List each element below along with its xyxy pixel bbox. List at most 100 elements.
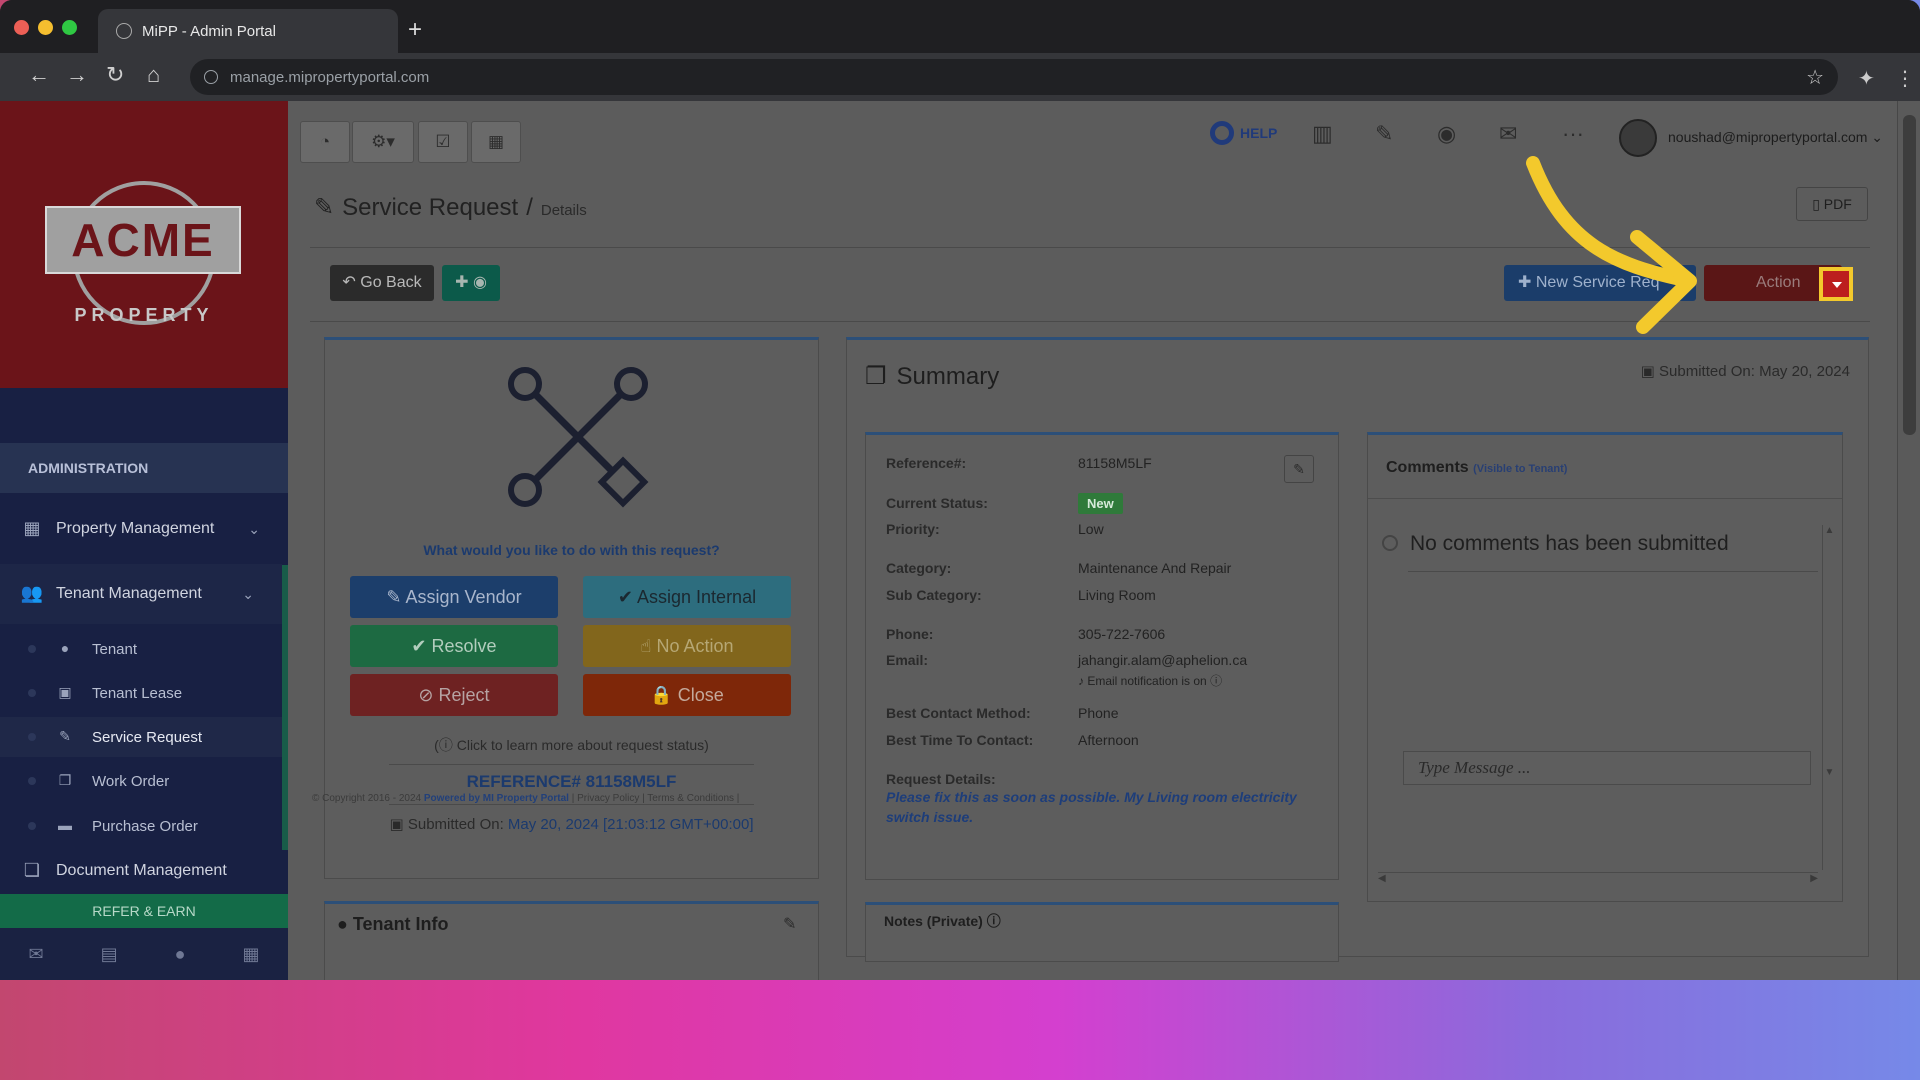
documents-icon: ❏ (23, 860, 41, 880)
main-content: ◔ ⚙▾ ☑ ▦ HELP ▥ ✎ ◉ ✉ ··· noushad@miprop… (288, 101, 1920, 980)
sidebar-item-tenant-management[interactable]: 👥 Tenant Management ⌄ (0, 564, 282, 624)
sidebar-footer-icons: ✉ ▤ ● ▦ (0, 928, 288, 980)
calculator-icon[interactable]: ▦ (242, 944, 259, 965)
logo-tagline: PROPERTY (74, 305, 214, 325)
comments-vertical-scrollbar[interactable]: ▲ ▼ (1822, 525, 1836, 870)
more-icon[interactable]: ··· (1562, 121, 1584, 147)
new-service-request-button[interactable]: ✚ New Service Req (1504, 265, 1696, 301)
footer-links[interactable]: | Privacy Policy | Terms & Conditions | (572, 793, 740, 804)
new-sr-label: New Service Req (1535, 274, 1660, 291)
avatar[interactable] (1619, 119, 1657, 157)
reference-value: 81158M5LF (1078, 455, 1152, 471)
tools-icon (508, 367, 649, 508)
divider (310, 247, 1870, 248)
comments-horizontal-scrollbar[interactable]: ◀ ▶ (1378, 872, 1818, 886)
reject-button[interactable]: ⊘ Reject (350, 674, 558, 716)
page-scrollbar[interactable] (1897, 101, 1920, 980)
subcategory-label: Sub Category: (886, 587, 982, 603)
sidebar-item-label: Tenant Management (56, 585, 202, 602)
contact-time-value: Afternoon (1078, 732, 1139, 748)
subitem-label: Service Request (92, 728, 203, 746)
actions-dropdown-toggle[interactable] (1819, 267, 1853, 301)
chevron-down-icon: ⌄ (248, 520, 260, 537)
edit-icon[interactable]: ✎ (783, 914, 796, 934)
page-title-text: Service Request (342, 194, 519, 221)
sidebar-subitem-tenant[interactable]: ● Tenant (0, 629, 282, 669)
close-request-button[interactable]: 🔒 Close (583, 674, 791, 716)
sidebar-section-title: ADMINISTRATION (0, 443, 288, 493)
help-link[interactable]: HELP (1210, 121, 1277, 145)
details-label: Request Details: (886, 771, 996, 787)
assign-internal-button[interactable]: ✔ Assign Internal (583, 576, 791, 618)
subitem-label: Tenant Lease (92, 684, 183, 702)
subitem-label: Tenant (92, 640, 138, 658)
sidebar-subitem-work-order[interactable]: ❐ Work Order (0, 761, 282, 801)
extensions-icon[interactable]: ✦ (1858, 66, 1875, 91)
tenant-info-title-text: Tenant Info (352, 914, 449, 934)
site-info-icon[interactable] (204, 70, 218, 84)
calendar-icon: ▣ (389, 816, 404, 833)
close-window-button[interactable] (14, 20, 29, 35)
user-icon[interactable]: ● (175, 944, 186, 965)
hand-icon: ☝ (640, 636, 652, 656)
bullet-dot (28, 645, 36, 653)
calendar-check-icon: ▣ (58, 684, 72, 700)
assign-internal-label: Assign Internal (637, 587, 757, 607)
go-back-button[interactable]: ↶ Go Back (330, 265, 434, 301)
notes-title: Notes (Private) ⓘ (884, 911, 1001, 931)
maximize-window-button[interactable] (62, 20, 77, 35)
gear-icon: ⚙▾ (371, 132, 395, 151)
browser-menu-icon[interactable]: ⋮ (1895, 66, 1915, 91)
footer-powered[interactable]: Powered by MI Property Portal (424, 793, 569, 804)
info-icon: ⓘ (1210, 674, 1223, 688)
dashboard-button[interactable]: ◔ (300, 121, 350, 163)
bar-chart-icon[interactable]: ▥ (1312, 121, 1333, 147)
email-label: Email: (886, 652, 929, 668)
sidebar-item-document-management[interactable]: ❏ Document Management (0, 851, 288, 891)
submitted-value: May 20, 2024 [21:03:12 GMT+00:00] (507, 816, 754, 833)
calculator-button[interactable]: ▦ (471, 121, 521, 163)
page-scrollbar-thumb[interactable] (1903, 115, 1916, 435)
mail-icon[interactable]: ✉ (29, 944, 44, 965)
sidebar-subitem-purchase-order[interactable]: ▬ Purchase Order (0, 806, 282, 846)
sidebar-subitem-tenant-lease[interactable]: ▣ Tenant Lease (0, 673, 282, 713)
browser-tab[interactable]: MiPP - Admin Portal (98, 9, 398, 53)
learn-more-link[interactable]: (ⓘ Click to learn more about request sta… (325, 735, 818, 755)
comment-message-input[interactable]: Type Message ... (1403, 751, 1811, 785)
browser-toolbar: ← → ↻ ⌂ manage.mipropertyportal.com ☆ ✦ … (0, 53, 1920, 101)
settings-dropdown-button[interactable]: ⚙▾ (352, 121, 414, 163)
reference-value: 81158M5LF (585, 772, 677, 791)
wrench-icon[interactable]: ✎ (1375, 121, 1393, 147)
check-icon: ✔ (617, 587, 633, 607)
divider (310, 321, 1870, 322)
copy-icon: ❐ (865, 363, 887, 390)
resolve-button[interactable]: ✔ Resolve (350, 625, 558, 667)
pdf-button[interactable]: ▯ PDF (1796, 187, 1868, 221)
minimize-window-button[interactable] (38, 20, 53, 35)
forward-arrow-icon[interactable]: → (66, 63, 88, 87)
sidebar-item-property-management[interactable]: ▦ Property Management ⌄ (0, 499, 288, 559)
phone-value: 305-722-7606 (1078, 626, 1166, 642)
sidebar-subitem-service-request[interactable]: ✎ Service Request (0, 717, 282, 757)
new-tab-button[interactable]: + (408, 18, 422, 42)
refer-earn-button[interactable]: REFER & EARN (0, 894, 288, 928)
learn-more-text: Click to learn more about request status… (456, 737, 709, 753)
user-email-menu[interactable]: noushad@mipropertyportal.com ⌄ (1668, 129, 1883, 146)
help-label: HELP (1240, 125, 1278, 141)
envelope-icon[interactable]: ✉ (1499, 121, 1517, 147)
no-action-button[interactable]: ☝ No Action (583, 625, 791, 667)
action-question: What would you like to do with this requ… (423, 542, 720, 558)
calendar-button[interactable]: ☑ (418, 121, 468, 163)
notes-title-text: Notes (Private) (884, 913, 983, 929)
globe-icon (116, 23, 132, 39)
bookmark-star-icon[interactable]: ☆ (1806, 65, 1824, 90)
edit-details-button[interactable]: ✎ (1284, 455, 1314, 483)
reload-icon[interactable]: ↻ (106, 63, 124, 87)
home-icon[interactable]: ⌂ (147, 63, 160, 87)
add-watch-button[interactable]: ✚ ◉ (442, 265, 500, 301)
briefcase-icon[interactable]: ▤ (101, 944, 118, 965)
eye-icon[interactable]: ◉ (1437, 121, 1456, 147)
assign-vendor-button[interactable]: ✎ Assign Vendor (350, 576, 558, 618)
address-bar[interactable]: manage.mipropertyportal.com ☆ (190, 59, 1838, 95)
back-arrow-icon[interactable]: ← (28, 63, 50, 87)
